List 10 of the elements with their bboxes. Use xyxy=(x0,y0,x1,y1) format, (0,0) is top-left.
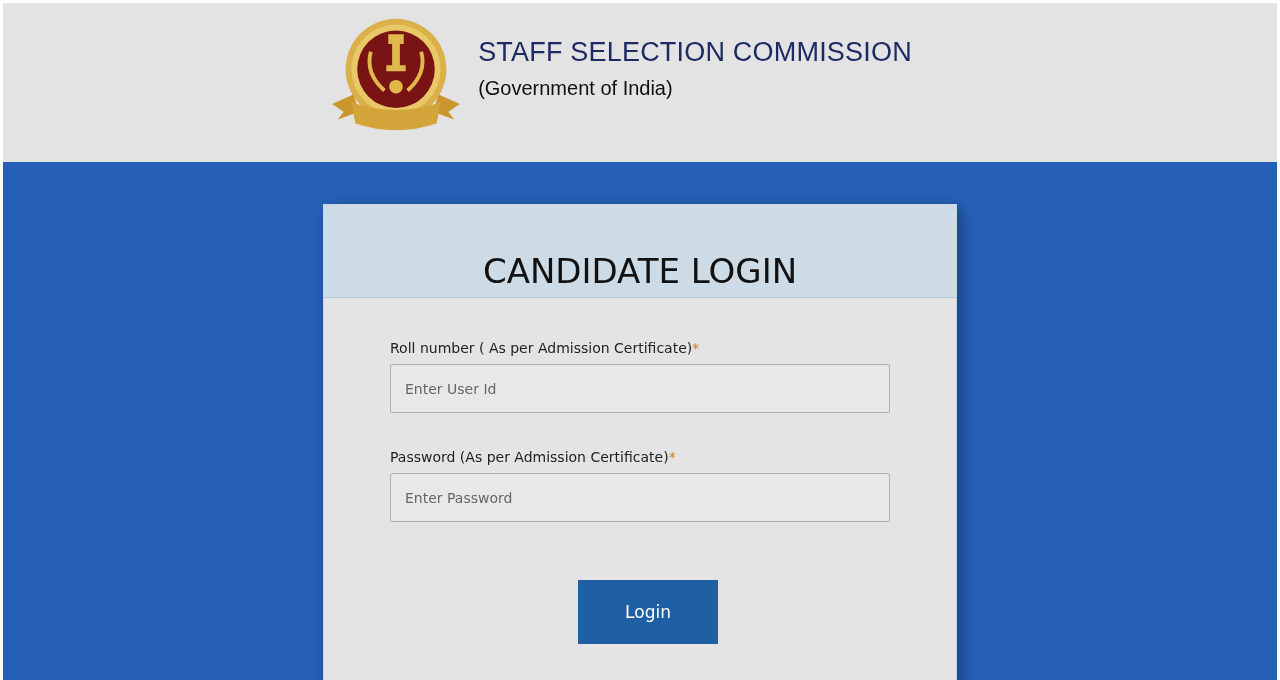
input-field[interactable]: Enter User Id xyxy=(390,364,890,413)
required-mark: * xyxy=(668,449,676,465)
input-field[interactable]: Enter Password xyxy=(390,473,890,522)
login-heading: CANDIDATE LOGIN xyxy=(324,205,956,298)
site-title: STAFF SELECTION COMMISSION xyxy=(478,37,912,68)
field-label: Password (As per Admission Certificate) xyxy=(390,449,669,465)
site-subtitle: (Government of India) xyxy=(478,77,674,100)
field-label: Roll number ( As per Admission Certificate) xyxy=(390,340,693,356)
required-mark: * xyxy=(692,340,700,356)
login-button[interactable]: Login xyxy=(578,580,718,644)
